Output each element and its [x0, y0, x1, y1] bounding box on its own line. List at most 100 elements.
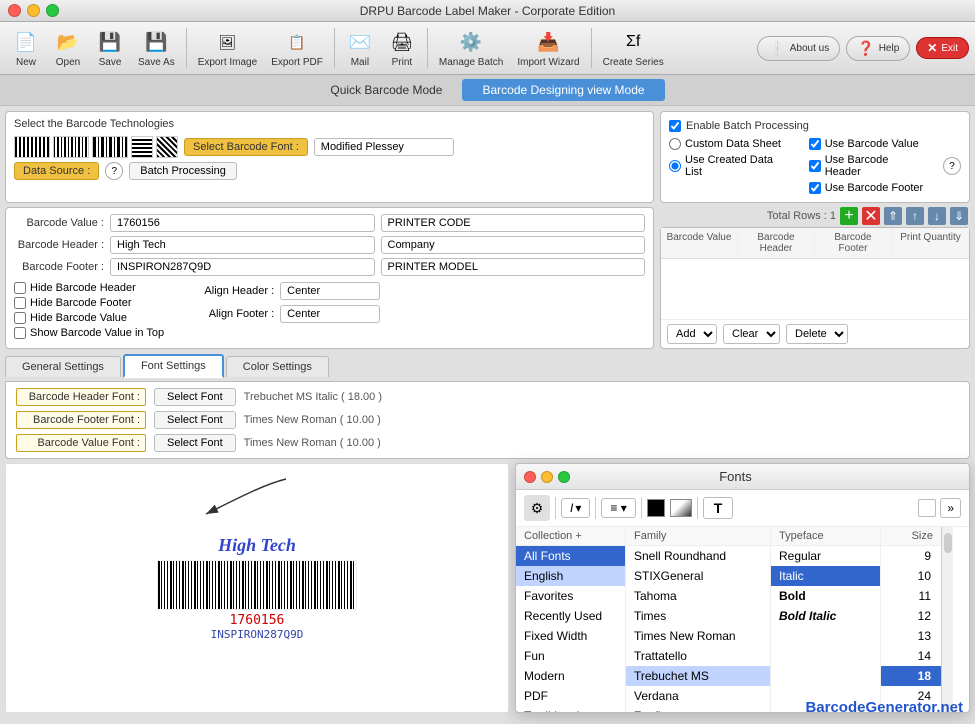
pen-tool-button[interactable] [670, 499, 692, 517]
shrink-btn[interactable] [918, 499, 936, 517]
collection-item-traditional[interactable]: Traditional [516, 706, 625, 712]
align-header-select[interactable]: Center [280, 282, 380, 300]
collection-item-favorites[interactable]: Favorites [516, 586, 625, 606]
general-settings-tab[interactable]: General Settings [5, 356, 121, 377]
minimize-button[interactable] [27, 4, 40, 17]
about-us-button[interactable]: ❕ About us [757, 36, 840, 61]
color-settings-tab[interactable]: Color Settings [226, 356, 329, 377]
new-button[interactable]: 📄 New [6, 26, 46, 70]
hide-barcode-header-checkbox[interactable] [14, 282, 26, 294]
collection-item-all-fonts[interactable]: All Fonts [516, 546, 625, 566]
value-font-select-button[interactable]: Select Font [154, 434, 236, 452]
select-barcode-font-button[interactable]: Select Barcode Font : [184, 138, 308, 156]
move-top-button[interactable]: ⇑ [884, 207, 902, 225]
add-row-button[interactable]: + [840, 207, 858, 225]
collection-item-modern[interactable]: Modern [516, 666, 625, 686]
typeface-bold[interactable]: Bold [771, 586, 880, 606]
use-created-data-list-radio[interactable] [669, 160, 681, 172]
enable-batch-checkbox[interactable] [669, 120, 681, 132]
delete-action-dropdown[interactable]: Delete [786, 324, 848, 344]
barcode-footer-select[interactable]: INSPIRON287Q9D [110, 258, 375, 276]
font-picker-close[interactable] [524, 471, 536, 483]
move-up-button[interactable]: ↑ [906, 207, 924, 225]
export-image-button[interactable]: 🖼 Export Image [192, 26, 263, 70]
create-series-button[interactable]: Σf Create Series [597, 26, 670, 70]
typeface-regular[interactable]: Regular [771, 546, 880, 566]
scrollbar-thumb[interactable] [944, 533, 952, 553]
maximize-button[interactable] [46, 4, 59, 17]
font-settings-tab[interactable]: Font Settings [123, 354, 224, 378]
italic-btn[interactable]: I ▾ [561, 498, 590, 518]
size-scrollbar[interactable] [941, 527, 953, 712]
data-source-button[interactable]: Data Source : [14, 162, 99, 180]
typeface-bold-italic[interactable]: Bold Italic [771, 606, 880, 626]
collection-item-fixed-width[interactable]: Fixed Width [516, 626, 625, 646]
bold-text-btn[interactable]: T [703, 497, 734, 519]
size-14[interactable]: 14 [881, 646, 941, 666]
family-verdana[interactable]: Verdana [626, 686, 770, 706]
family-times-new-roman[interactable]: Times New Roman [626, 626, 770, 646]
barcode-header-type-select[interactable]: Company [381, 236, 646, 254]
footer-font-select-button[interactable]: Select Font [154, 411, 236, 429]
family-trebuchet[interactable]: Trebuchet MS [626, 666, 770, 686]
family-trattatello[interactable]: Trattatello [626, 646, 770, 666]
print-button[interactable]: 🖨 Print [382, 26, 422, 70]
color-picker-button[interactable] [647, 499, 665, 517]
size-11[interactable]: 11 [881, 586, 941, 606]
use-barcode-value-checkbox[interactable] [809, 138, 821, 150]
barcode-header-select[interactable]: High Tech [110, 236, 375, 254]
hide-barcode-value-checkbox[interactable] [14, 312, 26, 324]
quick-barcode-mode-tab[interactable]: Quick Barcode Mode [310, 79, 462, 101]
save-button[interactable]: 💾 Save [90, 26, 130, 70]
size-9[interactable]: 9 [881, 546, 941, 566]
hide-barcode-footer-checkbox[interactable] [14, 297, 26, 309]
expand-btn[interactable]: » [940, 498, 961, 518]
barcode-value-type-select[interactable]: PRINTER CODE [381, 214, 646, 232]
save-as-button[interactable]: 💾 Save As [132, 26, 181, 70]
use-barcode-header-checkbox[interactable] [809, 160, 821, 172]
typeface-italic[interactable]: Italic [771, 566, 880, 586]
collection-add-btn[interactable]: + [575, 530, 581, 542]
size-10[interactable]: 10 [881, 566, 941, 586]
move-down-button[interactable]: ↓ [928, 207, 946, 225]
collection-item-fun[interactable]: Fun [516, 646, 625, 666]
font-picker-gear-button[interactable]: ⚙ [524, 495, 550, 521]
font-type-select[interactable]: Modified Plessey [314, 138, 454, 156]
collection-item-english[interactable]: English [516, 566, 625, 586]
align-footer-select[interactable]: Center [280, 305, 380, 323]
align-btn[interactable]: ≡ ▾ [601, 498, 635, 518]
open-button[interactable]: 📂 Open [48, 26, 88, 70]
font-picker-minimize[interactable] [541, 471, 553, 483]
exit-button[interactable]: ✕ Exit [916, 37, 969, 59]
size-18[interactable]: 18 [881, 666, 941, 686]
barcode-value-select[interactable]: 1760156 [110, 214, 375, 232]
add-action-dropdown[interactable]: Add [667, 324, 717, 344]
custom-data-sheet-radio[interactable] [669, 138, 681, 150]
import-wizard-button[interactable]: 📥 Import Wizard [511, 26, 585, 70]
size-12[interactable]: 12 [881, 606, 941, 626]
export-pdf-button[interactable]: 📋 Export PDF [265, 26, 329, 70]
family-times[interactable]: Times [626, 606, 770, 626]
close-button[interactable] [8, 4, 21, 17]
family-stix[interactable]: STIXGeneral [626, 566, 770, 586]
barcode-designing-mode-tab[interactable]: Barcode Designing view Mode [462, 79, 664, 101]
collection-item-pdf[interactable]: PDF [516, 686, 625, 706]
remove-row-button[interactable]: ✕ [862, 207, 880, 225]
clear-action-dropdown[interactable]: Clear [723, 324, 780, 344]
use-barcode-footer-checkbox[interactable] [809, 182, 821, 194]
header-font-select-button[interactable]: Select Font [154, 388, 236, 406]
mail-button[interactable]: ✉️ Mail [340, 26, 380, 70]
help-button[interactable]: ❓ Help [846, 36, 910, 61]
family-snell[interactable]: Snell Roundhand [626, 546, 770, 566]
collection-item-recently-used[interactable]: Recently Used [516, 606, 625, 626]
batch-info-button[interactable]: ? [943, 157, 961, 175]
family-zapfino[interactable]: Zapfino [626, 706, 770, 712]
show-barcode-value-top-checkbox[interactable] [14, 327, 26, 339]
font-picker-maximize[interactable] [558, 471, 570, 483]
size-13[interactable]: 13 [881, 626, 941, 646]
move-bottom-button[interactable]: ⇓ [950, 207, 968, 225]
manage-batch-button[interactable]: ⚙️ Manage Batch [433, 26, 510, 70]
barcode-footer-type-select[interactable]: PRINTER MODEL [381, 258, 646, 276]
info-button[interactable]: ? [105, 162, 123, 180]
batch-processing-button[interactable]: Batch Processing [129, 162, 237, 180]
